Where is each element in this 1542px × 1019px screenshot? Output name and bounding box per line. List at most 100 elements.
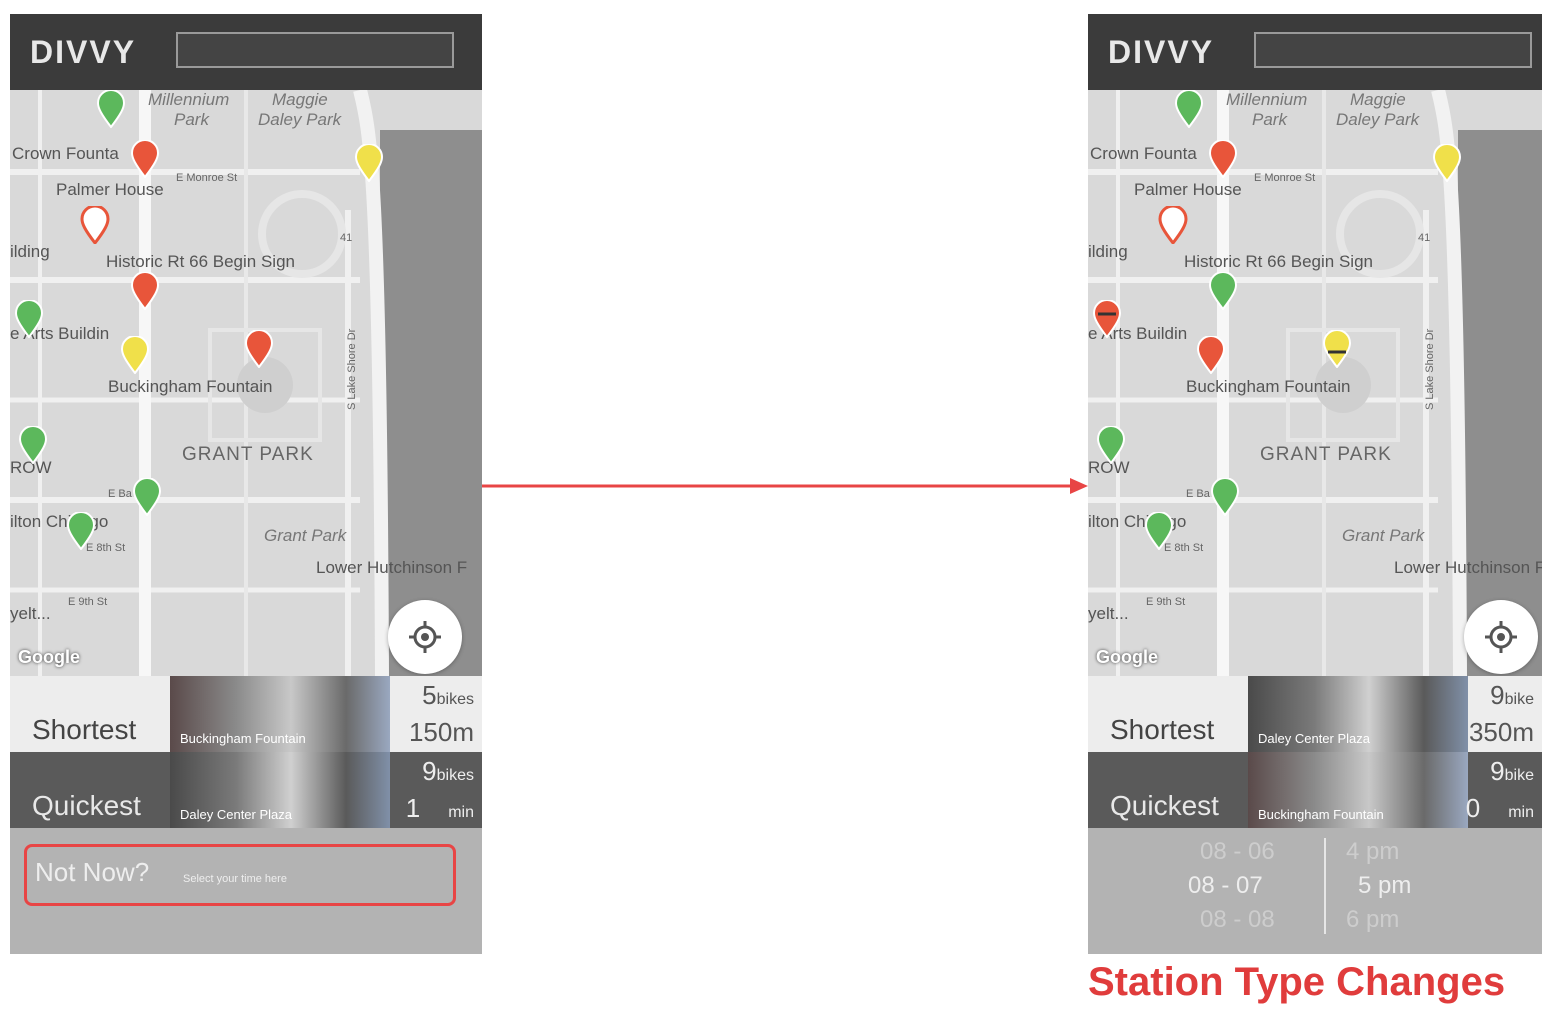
station-pin-green[interactable] <box>66 512 96 550</box>
map-label: S Lake Shore Dr <box>1424 328 1436 410</box>
map-label: 41 <box>1418 232 1431 244</box>
bike-count-unit: bike <box>1504 691 1534 708</box>
not-now-subtitle: Select your time here <box>183 873 287 885</box>
station-pin-green[interactable] <box>1174 90 1204 128</box>
station-pin-red-outline[interactable] <box>1158 206 1188 244</box>
map-label: Historic Rt 66 Begin Sign <box>1184 252 1373 271</box>
station-pin-green[interactable] <box>1096 426 1126 464</box>
time-option[interactable]: 4 pm <box>1346 838 1399 866</box>
map-label: Lower Hutchinson F <box>316 558 468 577</box>
google-attribution: Google <box>18 647 80 667</box>
quickest-label: Quickest <box>1110 790 1219 821</box>
map-label: Crown Founta <box>1090 144 1197 163</box>
date-option[interactable]: 08 - 06 <box>1200 838 1275 866</box>
station-pin-yellow[interactable] <box>120 336 150 374</box>
map-label: Maggie <box>1350 90 1406 109</box>
map-label: yelt... <box>1088 604 1129 623</box>
map-label: ilding <box>1088 242 1128 261</box>
bike-count-unit: bikes <box>436 767 474 784</box>
bike-count-value: 9 <box>1490 680 1505 710</box>
station-photo: Daley Center Plaza <box>1248 676 1468 752</box>
shortest-route-option[interactable]: Shortest Daley Center Plaza 9bike 350m <box>1088 676 1542 752</box>
station-photo: Buckingham Fountain <box>1248 752 1468 828</box>
quickest-route-option[interactable]: Quickest Buckingham Fountain 9bike 0 min <box>1088 752 1542 828</box>
map-label: Palmer House <box>1134 180 1242 199</box>
station-pin-yellow[interactable] <box>1322 330 1352 368</box>
bike-count: 9bike <box>1490 680 1534 711</box>
map-label: Daley Park <box>258 110 342 129</box>
date-option-selected[interactable]: 08 - 07 <box>1188 872 1263 900</box>
search-input[interactable] <box>176 32 454 68</box>
top-bar: DIVVY <box>1088 14 1542 90</box>
divvy-logo: DIVVY <box>30 34 137 70</box>
map-label: Daley Park <box>1336 110 1420 129</box>
search-input[interactable] <box>1254 32 1532 68</box>
map-label: Park <box>1252 110 1287 129</box>
map-label: E 9th St <box>1146 596 1186 608</box>
bike-count-value: 5 <box>422 680 437 710</box>
station-pin-red[interactable] <box>1208 140 1238 178</box>
crosshair-icon <box>409 621 441 653</box>
time-picker[interactable]: 08 - 06 08 - 07 08 - 08 4 pm 5 pm 6 pm <box>1088 828 1542 954</box>
caption-station-type-changes: Station Type Changes <box>1088 960 1506 1004</box>
station-pin-red[interactable] <box>244 330 274 368</box>
my-location-button[interactable] <box>388 600 462 674</box>
time-option-selected[interactable]: 5 pm <box>1358 872 1411 900</box>
distance: 350m <box>1468 717 1534 747</box>
date-option[interactable]: 08 - 08 <box>1200 906 1275 934</box>
map-label: Grant Park <box>1342 526 1425 545</box>
shortest-label: Shortest <box>32 714 137 745</box>
map-label: GRANT PARK <box>1260 444 1392 465</box>
station-pin-yellow[interactable] <box>1432 144 1462 182</box>
station-pin-green[interactable] <box>132 478 162 516</box>
map-label: E Ba <box>1186 488 1210 500</box>
bike-count: 9bike <box>1490 756 1534 787</box>
my-location-button[interactable] <box>1464 600 1538 674</box>
map-label: E Monroe St <box>1254 172 1316 184</box>
station-pin-green[interactable] <box>18 426 48 464</box>
station-pin-yellow[interactable] <box>354 144 384 182</box>
station-photo: Daley Center Plaza <box>170 752 390 828</box>
station-pin-red[interactable] <box>130 140 160 178</box>
divvy-logo: DIVVY <box>1108 34 1215 70</box>
time-option[interactable]: 6 pm <box>1346 906 1399 934</box>
station-pin-green[interactable] <box>1144 512 1174 550</box>
transition-arrow <box>482 478 1088 494</box>
bike-count-value: 9 <box>1490 756 1505 786</box>
map-label: Buckingham Fountain <box>1186 377 1351 396</box>
map-label: Crown Founta <box>12 144 119 163</box>
map-label: Park <box>174 110 209 129</box>
quickest-route-option[interactable]: Quickest Daley Center Plaza 9bikes 1 min <box>10 752 482 828</box>
travel-time-unit: min <box>448 804 474 821</box>
station-name: Daley Center Plaza <box>1258 731 1370 746</box>
bike-count: 5bikes <box>422 680 474 711</box>
map-label: Historic Rt 66 Begin Sign <box>106 252 295 271</box>
map-label: Lower Hutchinson F <box>1394 558 1542 577</box>
bike-count-value: 9 <box>422 756 437 786</box>
station-pin-red-outline[interactable] <box>80 206 110 244</box>
not-now-time-selector[interactable]: Not Now? Select your time here <box>24 844 456 906</box>
travel-time: 0 min <box>1466 793 1534 824</box>
station-pin-red[interactable] <box>1092 300 1122 338</box>
map-label: E 9th St <box>68 596 108 608</box>
map-view[interactable]: Millennium Park Maggie Daley Park Crown … <box>1088 90 1542 676</box>
travel-time-value: 0 <box>1465 793 1481 823</box>
station-pin-green[interactable] <box>96 90 126 128</box>
station-pin-green[interactable] <box>14 300 44 338</box>
picker-divider <box>1324 838 1326 934</box>
bike-count: 9bikes <box>422 756 474 787</box>
shortest-label: Shortest <box>1110 714 1215 745</box>
quickest-label: Quickest <box>32 790 141 821</box>
map-view[interactable]: Millennium Park Maggie Daley Park Crown … <box>10 90 482 676</box>
map-label: Palmer House <box>56 180 164 199</box>
station-pin-green[interactable] <box>1210 478 1240 516</box>
top-bar: DIVVY <box>10 14 482 90</box>
shortest-route-option[interactable]: Shortest Buckingham Fountain 5bikes 150m <box>10 676 482 752</box>
map-label: Buckingham Fountain <box>108 377 273 396</box>
map-label: E Monroe St <box>176 172 238 184</box>
station-name: Buckingham Fountain <box>1258 807 1384 822</box>
station-pin-red[interactable] <box>1196 336 1226 374</box>
station-pin-green[interactable] <box>1208 272 1238 310</box>
map-label: Maggie <box>272 90 328 109</box>
station-pin-red[interactable] <box>130 272 160 310</box>
